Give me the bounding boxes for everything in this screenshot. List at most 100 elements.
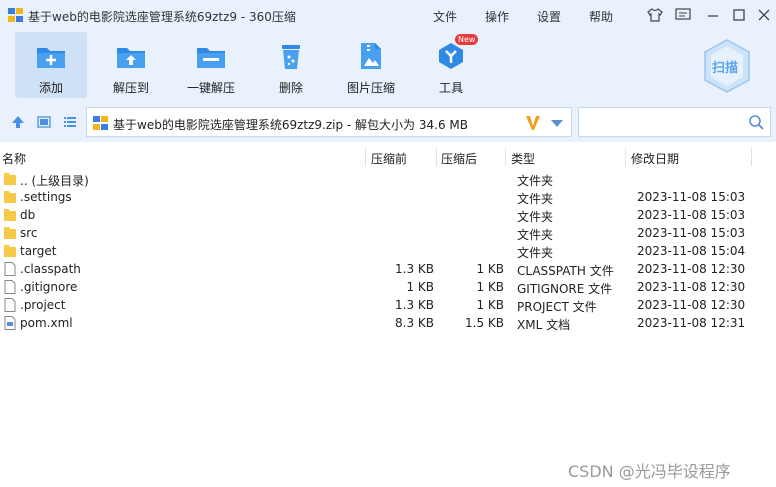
delete-button[interactable]: 删除 [255,32,327,98]
image-compress-button[interactable]: 图片压缩 [335,32,407,98]
column-divider[interactable] [436,148,437,166]
one-click-extract-icon [197,48,225,68]
feedback-button[interactable] [674,7,692,23]
table-row[interactable]: .classpath 1.3 KB 1 KB CLASSPATH 文件 2023… [0,260,776,278]
modified-date: 2023-11-08 15:04 [637,244,746,258]
table-row[interactable]: src 文件夹 2023-11-08 15:03 [0,224,776,242]
toolbar: 添加 解压到 一键解压 删除 图片压缩 New 工具 [0,30,776,102]
column-after[interactable]: 压缩后 [441,150,477,167]
tools-button[interactable]: New 工具 [415,32,487,98]
size-after: 1 KB [476,262,504,276]
menu-help[interactable]: 帮助 [589,8,613,25]
table-row[interactable]: .project 1.3 KB 1 KB PROJECT 文件 2023-11-… [0,296,776,314]
new-badge: New [455,34,479,45]
file-icon [4,262,16,276]
minimize-button[interactable] [704,7,722,23]
file-name: src [20,226,38,240]
close-icon [758,9,770,21]
size-after: 1 KB [476,298,504,312]
add-icon [37,48,65,68]
menu-file[interactable]: 文件 [433,8,457,25]
column-divider[interactable] [365,148,366,166]
table-row[interactable]: .. (上级目录) 文件夹 [0,170,776,188]
column-divider[interactable] [505,148,506,166]
table-row[interactable]: pom.xml 8.3 KB 1.5 KB XML 文档 2023-11-08 … [0,314,776,332]
archive-path: 基于web的电影院选座管理系统69ztz9.zip - 解包大小为 34.6 M… [113,118,468,132]
folder-icon [4,191,16,203]
file-name: pom.xml [20,316,73,330]
verified-v-icon[interactable] [525,114,541,132]
thumbnail-view-icon[interactable] [37,115,51,129]
size-after: 1.5 KB [465,316,504,330]
size-before: 1.3 KB [395,262,434,276]
delete-icon [282,45,300,69]
file-name: .gitignore [20,280,78,294]
folder-icon [4,209,16,221]
shirt-icon [647,8,663,22]
chevron-down-icon[interactable] [551,120,563,127]
menu-settings[interactable]: 设置 [537,8,561,25]
window-title: 基于web的电影院选座管理系统69ztz9 - 360压缩 [28,10,296,24]
file-list: .. (上级目录) 文件夹 .settings 文件夹 2023-11-08 1… [0,170,776,332]
minimize-icon [708,15,718,17]
column-date[interactable]: 修改日期 [631,150,679,167]
modified-date: 2023-11-08 12:31 [637,316,746,330]
file-name: .settings [20,190,72,204]
file-type: 文件夹 [517,192,554,206]
skin-button[interactable] [646,7,664,23]
scan-label: 扫描 [712,61,739,76]
close-button[interactable] [755,7,773,23]
folder-icon [4,227,16,239]
up-arrow-icon[interactable] [11,115,25,129]
column-divider[interactable] [625,148,626,166]
file-name: target [20,244,57,258]
column-divider[interactable] [751,148,752,166]
size-after: 1 KB [476,280,504,294]
file-type: GITIGNORE 文件 [517,282,613,296]
list-header: 名称 压缩前 压缩后 类型 修改日期 [0,146,776,168]
modified-date: 2023-11-08 15:03 [637,190,746,204]
file-type: XML 文档 [517,318,571,332]
table-row[interactable]: target 文件夹 2023-11-08 15:04 [0,242,776,260]
modified-date: 2023-11-08 12:30 [637,298,746,312]
add-label: 添加 [38,81,63,95]
modified-date: 2023-11-08 15:03 [637,208,746,222]
one-click-extract-button[interactable]: 一键解压 [175,32,247,98]
watermark: CSDN @光冯毕设程序 [568,462,731,481]
column-before[interactable]: 压缩前 [371,150,407,167]
image-compress-label: 图片压缩 [346,81,395,95]
title-bar: 基于web的电影院选座管理系统69ztz9 - 360压缩 文件 操作 设置 帮… [0,0,776,30]
table-row[interactable]: .settings 文件夹 2023-11-08 15:03 [0,188,776,206]
app-logo-icon [8,8,23,22]
size-before: 1 KB [406,280,434,294]
tools-label: 工具 [438,81,463,95]
file-name: .project [20,298,66,312]
column-type[interactable]: 类型 [511,150,535,167]
file-type: PROJECT 文件 [517,300,597,314]
search-icon[interactable] [748,114,764,130]
table-row[interactable]: db 文件夹 2023-11-08 15:03 [0,206,776,224]
table-row[interactable]: .gitignore 1 KB 1 KB GITIGNORE 文件 2023-1… [0,278,776,296]
menu-operate[interactable]: 操作 [485,8,509,25]
address-bar[interactable]: 基于web的电影院选座管理系统69ztz9.zip - 解包大小为 34.6 M… [86,107,572,137]
search-box[interactable] [578,107,771,137]
extract-to-button[interactable]: 解压到 [95,32,167,98]
search-input[interactable] [583,112,743,132]
address-row: 基于web的电影院选座管理系统69ztz9.zip - 解包大小为 34.6 M… [0,102,776,142]
delete-label: 删除 [278,81,303,95]
list-view-icon[interactable] [63,115,77,129]
file-type: 文件夹 [517,246,554,260]
file-icon [4,298,16,312]
file-type: CLASSPATH 文件 [517,264,614,278]
xml-file-icon [4,316,16,330]
file-name: .. (上级目录) [20,174,89,188]
scan-button[interactable]: 扫描 [702,38,752,94]
folder-icon [4,245,16,257]
modified-date: 2023-11-08 12:30 [637,280,746,294]
maximize-button[interactable] [730,7,748,23]
image-compress-icon [361,43,381,69]
modified-date: 2023-11-08 12:30 [637,262,746,276]
add-button[interactable]: 添加 [15,32,87,98]
maximize-icon [733,9,745,21]
column-name[interactable]: 名称 [2,150,26,167]
